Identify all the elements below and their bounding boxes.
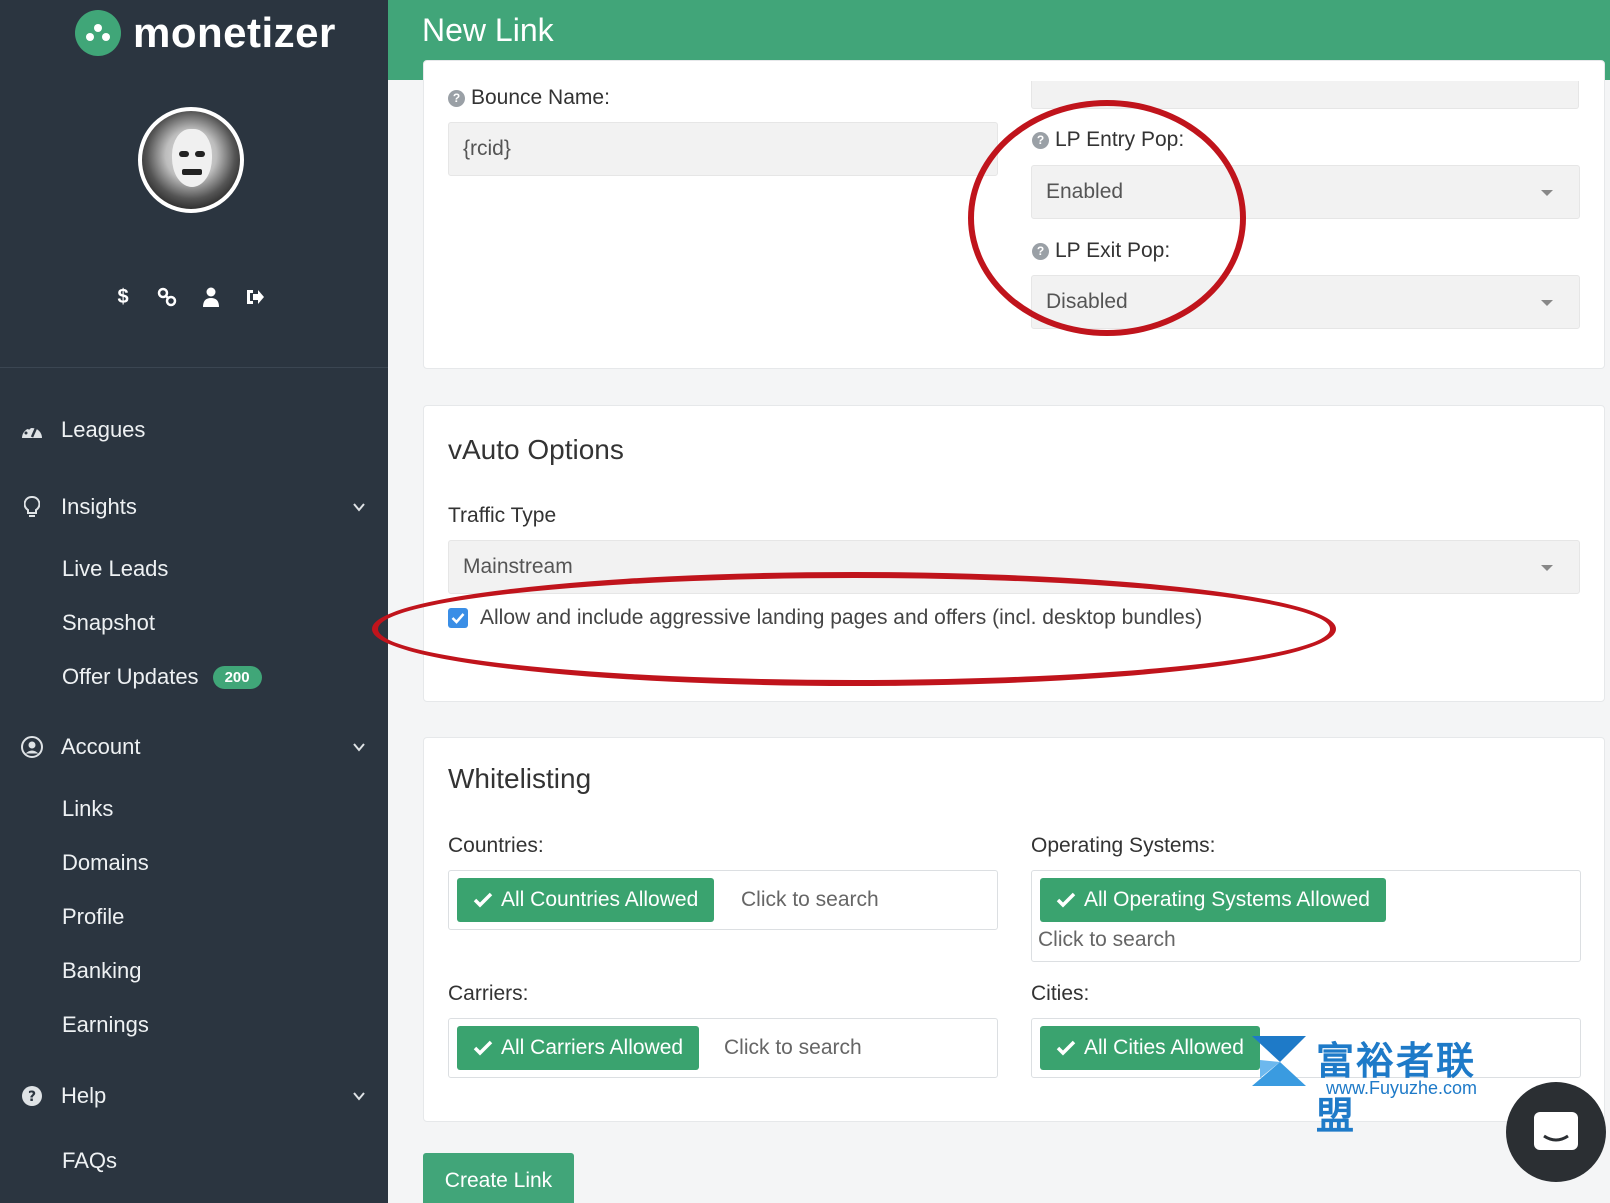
- bounce-name-label: ? Bounce Name:: [448, 86, 610, 110]
- lp-exit-pop-label: ? LP Exit Pop:: [1032, 239, 1170, 263]
- user-circle-icon: [19, 736, 45, 758]
- sidebar: monetizer $ Leagues Insights Live Leads …: [0, 0, 388, 1203]
- all-operating-systems-tag[interactable]: All Operating Systems Allowed: [1040, 878, 1386, 922]
- nav-links[interactable]: Links: [62, 791, 113, 827]
- bounce-name-input[interactable]: {rcid}: [448, 122, 998, 176]
- countries-label: Countries:: [448, 834, 544, 857]
- nav-earnings[interactable]: Earnings: [62, 1007, 149, 1043]
- lp-entry-pop-select[interactable]: Enabled: [1031, 165, 1580, 219]
- nav-help[interactable]: ? Help: [0, 1076, 388, 1116]
- quick-icons: $: [112, 286, 266, 308]
- page-title: New Link: [422, 12, 554, 48]
- caret-down-icon: [1541, 565, 1553, 571]
- operating-systems-label: Operating Systems:: [1031, 834, 1216, 857]
- sidebar-divider: [0, 367, 388, 368]
- nav-leagues[interactable]: Leagues: [0, 410, 388, 450]
- nav-leagues-label: Leagues: [61, 417, 146, 442]
- nav-insights[interactable]: Insights: [0, 487, 388, 527]
- watermark-url: www.Fuyuzhe.com: [1326, 1078, 1478, 1098]
- caret-down-icon: [1541, 300, 1553, 306]
- aggressive-offers-checkbox[interactable]: [448, 608, 468, 628]
- dollar-icon[interactable]: $: [112, 286, 134, 308]
- check-icon: [473, 1040, 493, 1056]
- question-icon[interactable]: ?: [448, 89, 465, 107]
- offer-updates-badge: 200: [212, 665, 262, 689]
- nav-offer-updates-label: Offer Updates: [62, 664, 199, 689]
- chat-icon: [1534, 1112, 1578, 1150]
- nav-account[interactable]: Account: [0, 727, 388, 767]
- watermark-logo-icon: [1252, 1036, 1306, 1086]
- traffic-type-select[interactable]: Mainstream: [448, 540, 1580, 594]
- lp-exit-pop-select[interactable]: Disabled: [1031, 275, 1580, 329]
- sign-out-icon[interactable]: [244, 286, 266, 308]
- partial-input-field[interactable]: [1031, 81, 1579, 109]
- nav-live-leads[interactable]: Live Leads: [62, 551, 168, 587]
- aggressive-offers-row[interactable]: Allow and include aggressive landing pag…: [448, 606, 1202, 630]
- nav-snapshot[interactable]: Snapshot: [62, 605, 155, 641]
- brand[interactable]: monetizer: [75, 8, 336, 58]
- check-icon: [473, 892, 493, 908]
- nav-help-label: Help: [61, 1083, 107, 1108]
- question-circle-icon: ?: [19, 1085, 45, 1107]
- chevron-down-icon: [352, 740, 366, 754]
- all-cities-tag[interactable]: All Cities Allowed: [1040, 1026, 1260, 1070]
- all-countries-tag[interactable]: All Countries Allowed: [457, 878, 715, 922]
- whitelisting-title: Whitelisting: [448, 763, 592, 794]
- lightbulb-icon: [19, 496, 45, 518]
- link-settings-panel: ? Bounce Name: {rcid} ? LP Entry Pop: En…: [423, 60, 1605, 369]
- question-icon[interactable]: ?: [1032, 242, 1049, 260]
- avatar-mask-image: [172, 129, 212, 187]
- aggressive-offers-label: Allow and include aggressive landing pag…: [480, 606, 1203, 629]
- brand-name: monetizer: [133, 9, 336, 56]
- operating-systems-selector[interactable]: All Operating Systems Allowed Click to s…: [1031, 870, 1581, 962]
- check-icon: [1056, 1040, 1076, 1056]
- nav-faqs[interactable]: FAQs: [62, 1143, 117, 1179]
- check-icon: [1056, 892, 1076, 908]
- chevron-down-icon: [352, 1089, 366, 1103]
- all-carriers-tag[interactable]: All Carriers Allowed: [457, 1026, 700, 1070]
- carriers-selector[interactable]: All Carriers Allowed Click to search: [448, 1018, 998, 1078]
- dashboard-icon: [19, 421, 45, 439]
- traffic-type-label: Traffic Type: [448, 504, 557, 527]
- avatar[interactable]: [138, 107, 244, 213]
- link-icon[interactable]: [156, 286, 178, 308]
- watermark: 富裕者联盟 www.Fuyuzhe.com: [1250, 1030, 1510, 1138]
- nav-account-label: Account: [61, 734, 141, 759]
- cities-label: Cities:: [1031, 982, 1090, 1005]
- svg-text:?: ?: [28, 1089, 36, 1105]
- countries-selector[interactable]: All Countries Allowed Click to search: [448, 870, 998, 930]
- nav-banking[interactable]: Banking: [62, 953, 142, 989]
- nav-domains[interactable]: Domains: [62, 845, 149, 881]
- vauto-options-title: vAuto Options: [448, 434, 624, 465]
- question-icon[interactable]: ?: [1032, 131, 1049, 149]
- create-link-button[interactable]: Create Link: [423, 1153, 574, 1203]
- countries-search[interactable]: Click to search: [741, 888, 879, 912]
- carriers-search[interactable]: Click to search: [724, 1036, 862, 1060]
- carriers-label: Carriers:: [448, 982, 529, 1005]
- caret-down-icon: [1541, 190, 1553, 196]
- vauto-options-panel: vAuto Options Traffic Type Mainstream Al…: [423, 405, 1605, 702]
- nav-offer-updates[interactable]: Offer Updates 200: [62, 659, 262, 695]
- chat-widget-button[interactable]: [1506, 1082, 1606, 1182]
- lp-entry-pop-label: ? LP Entry Pop:: [1032, 128, 1184, 152]
- nav-insights-label: Insights: [61, 494, 137, 519]
- nav-profile[interactable]: Profile: [62, 899, 124, 935]
- user-icon[interactable]: [200, 286, 222, 308]
- monetizer-logo-icon: [75, 10, 121, 56]
- operating-systems-search[interactable]: Click to search: [1038, 928, 1176, 952]
- chevron-down-icon: [352, 500, 366, 514]
